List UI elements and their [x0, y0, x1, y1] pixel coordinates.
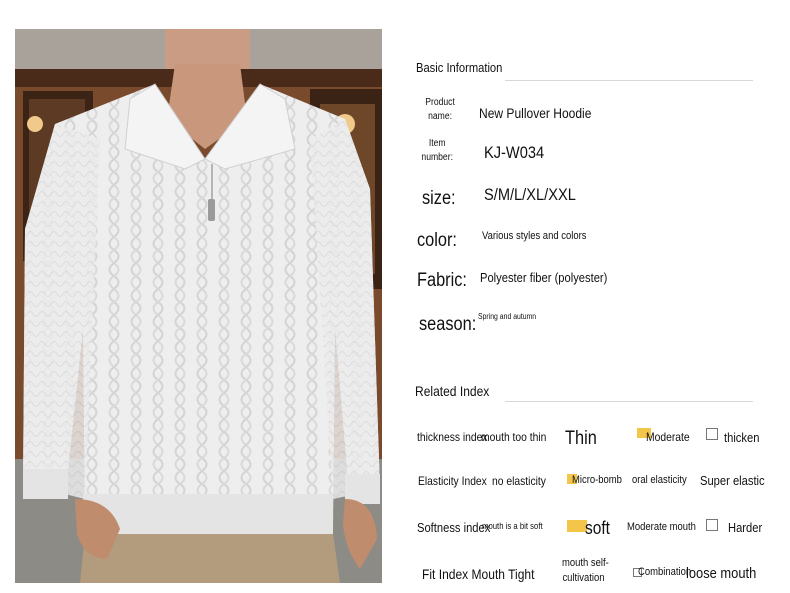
thickness-option-too-thin: mouth too thin	[481, 430, 547, 444]
softness-index-label: Softness index	[417, 520, 491, 535]
elasticity-option-none: no elasticity	[492, 474, 546, 488]
elasticity-index-label: Elasticity Index	[418, 474, 487, 488]
thickness-option-thicken: thicken	[724, 430, 760, 445]
softness-harder-checkbox[interactable]	[706, 519, 718, 531]
thickness-index-label: thickness index	[417, 430, 488, 444]
thickness-thicken-checkbox[interactable]	[706, 428, 718, 440]
fit-option-loose-mouth: loose mouth	[686, 565, 757, 582]
fit-option-self-cultivation: mouth self- cultivation	[562, 557, 609, 584]
elasticity-option-oral: oral elasticity	[632, 474, 687, 486]
elasticity-option-super: Super elastic	[700, 473, 765, 488]
related-index-divider	[505, 401, 753, 402]
fit-option-combination: Combination	[638, 566, 692, 578]
thickness-option-moderate: Moderate	[646, 430, 690, 444]
item-number-label: Item number:	[421, 138, 453, 163]
color-label: color:	[417, 230, 457, 251]
season-label: season:	[419, 314, 477, 335]
season-value: Spring and autumn	[478, 312, 537, 321]
basic-info-divider	[505, 80, 753, 81]
item-number-value: KJ-W034	[484, 143, 545, 162]
color-value: Various styles and colors	[482, 230, 587, 242]
elasticity-option-micro-bomb: Micro-bomb	[572, 474, 622, 486]
softness-option-bit-soft: mouth is a bit soft	[482, 521, 543, 531]
softness-option-moderate: Moderate mouth	[627, 521, 696, 533]
product-name-value: New Pullover Hoodie	[479, 105, 592, 121]
fabric-label: Fabric:	[417, 270, 467, 291]
softness-option-harder: Harder	[728, 520, 763, 535]
basic-info-title: Basic Information	[416, 60, 503, 75]
fit-index-label: Fit Index Mouth Tight	[422, 566, 535, 582]
size-label: size:	[422, 188, 456, 209]
model-in-sweater-illustration	[15, 29, 382, 583]
product-photo	[15, 29, 382, 583]
fabric-value: Polyester fiber (polyester)	[480, 270, 608, 285]
softness-option-soft: soft	[585, 518, 610, 538]
product-name-label: Product name:	[425, 97, 455, 122]
size-value: S/M/L/XL/XXL	[484, 185, 576, 204]
thickness-option-thin: Thin	[565, 428, 597, 449]
softness-selected-marker	[567, 520, 587, 532]
related-index-title: Related Index	[415, 383, 490, 399]
